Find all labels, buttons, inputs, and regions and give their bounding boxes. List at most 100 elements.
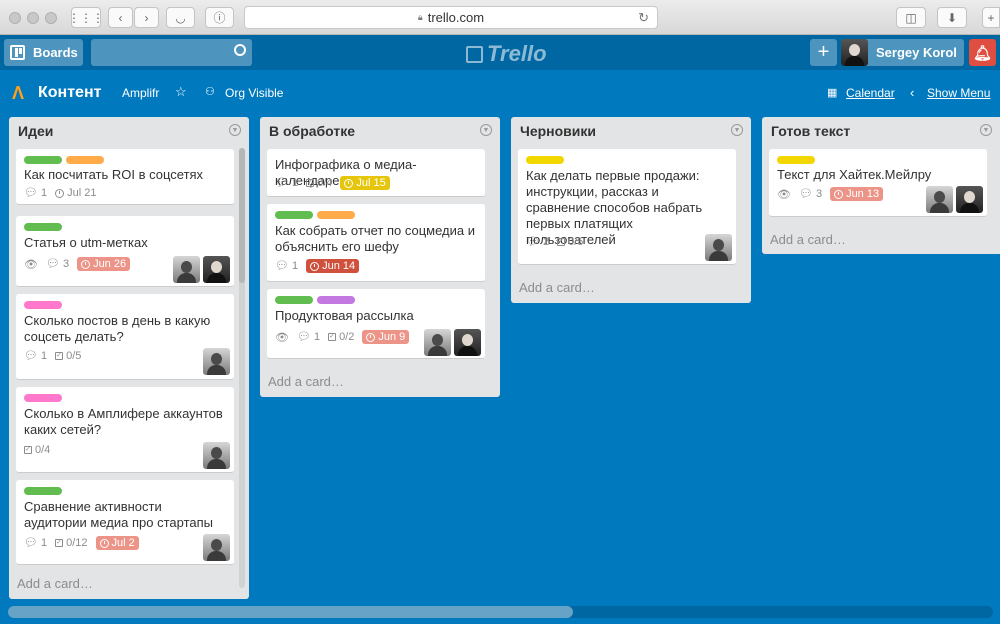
card[interactable]: Как посчитать ROI в соцсетях 💬︎ 1 Jul 21 [16, 149, 234, 205]
notifications-button[interactable]: 🔔︎ [969, 39, 996, 66]
label-pink [24, 394, 62, 402]
list-title-text: Готов текст [771, 123, 851, 139]
clock-icon [99, 538, 109, 548]
avatar[interactable] [705, 234, 732, 261]
label-purple [317, 296, 355, 304]
avatar[interactable] [926, 186, 953, 213]
card-title: Как посчитать ROI в соцсетях [24, 167, 204, 182]
comment-icon: 💬︎ [24, 186, 38, 199]
comments-badge: 💬︎ 1 [296, 330, 321, 343]
info-icon[interactable]: ⓘ [205, 7, 234, 28]
new-tab-icon[interactable]: + [982, 7, 1000, 28]
due-badge: Jul 21 [55, 187, 96, 199]
avatar[interactable] [203, 442, 230, 469]
team-link[interactable]: Amplifr [122, 86, 159, 100]
checkbox-icon: ✓ [328, 333, 337, 341]
user-menu-button[interactable]: Sergey Korol [841, 39, 964, 66]
card-badges: 👁︎ 💬︎ 3 Jun 13 [777, 187, 884, 201]
clock-icon [834, 189, 844, 199]
chevron-down-icon[interactable]: ▼ [731, 124, 743, 136]
chevron-down-icon[interactable]: ▼ [980, 124, 992, 136]
card[interactable]: Как делать первые продажи: инструкции, р… [518, 149, 736, 265]
avatar[interactable] [203, 534, 230, 561]
checklist-badge: ✓ 0/2 [328, 331, 355, 343]
show-menu-link[interactable]: Show Menu [927, 86, 990, 100]
zoom-window-button[interactable] [45, 12, 57, 24]
calendar-link[interactable]: Calendar [846, 86, 895, 100]
list-title[interactable]: Черновики ▼ [511, 117, 751, 145]
avatar[interactable] [203, 256, 230, 283]
user-name: Sergey Korol [876, 45, 957, 60]
visibility-label[interactable]: Org Visible [225, 86, 283, 100]
list-title[interactable]: В обработке ▼ [260, 117, 500, 145]
list-scrollbar-thumb[interactable] [239, 148, 245, 283]
comments-badge: 💬︎ 3 [45, 257, 70, 270]
card[interactable]: Сколько постов в день в какую соцсеть де… [16, 294, 234, 380]
card-badges: 💬︎ 1 ✓ 0/12 Jul 2 [24, 536, 139, 550]
avatar[interactable] [173, 256, 200, 283]
forward-icon[interactable]: › [134, 7, 159, 28]
trello-logo[interactable]: Trello [466, 41, 547, 67]
checkbox-icon: ✓ [306, 179, 315, 187]
comment-icon: 💬︎ [24, 536, 38, 549]
card-members [926, 186, 983, 213]
avatar[interactable] [454, 329, 481, 356]
label-yellow [526, 156, 564, 164]
clock-icon [55, 188, 65, 198]
add-card-link[interactable]: Add a card… [17, 576, 93, 591]
search-icon [234, 44, 246, 56]
comment-icon: 💬︎ [296, 330, 311, 343]
pocket-icon[interactable]: ◡ [166, 7, 195, 28]
add-card-link[interactable]: Add a card… [268, 374, 344, 389]
card[interactable]: Как собрать отчет по соцмедиа и объяснит… [267, 204, 485, 282]
card-badges: 💬︎ 1 ✓ 0/5 [24, 350, 81, 362]
board-header: Λ Контент Amplifr ☆ ⚇ Org Visible ▦ Cale… [0, 70, 1000, 116]
avatar[interactable] [203, 348, 230, 375]
checkbox-icon: ✓ [55, 539, 64, 547]
card[interactable]: Статья о utm-метках 👁︎ 💬︎ 3 Jun 26 [16, 216, 234, 287]
board-scrollbar-thumb[interactable] [8, 606, 573, 618]
back-icon[interactable]: ‹ [108, 7, 133, 28]
card-members [173, 256, 230, 283]
add-card-link[interactable]: Add a card… [519, 280, 595, 295]
card-title: Статья о utm-метках [24, 235, 148, 250]
card[interactable]: Сравнение активности аудитории медиа про… [16, 480, 234, 565]
card-title: Продуктовая рассылка [275, 308, 414, 323]
label-yellow [777, 156, 815, 164]
star-icon[interactable]: ☆ [175, 84, 187, 100]
address-bar[interactable]: 🔒︎ trello.com ↻ [244, 6, 658, 29]
list-title-text: Идеи [18, 123, 54, 139]
card-badges: 💬︎ 1 Jun 14 [275, 259, 360, 273]
reload-icon[interactable]: ↻ [638, 10, 649, 26]
list-title[interactable]: Идеи ▼ [9, 117, 249, 145]
search-input[interactable] [91, 39, 252, 66]
minimize-window-button[interactable] [27, 12, 39, 24]
boards-button[interactable]: Boards [4, 39, 83, 66]
sidebar-icon[interactable]: ◫ [896, 7, 926, 28]
list-title[interactable]: Готов текст ▼ [762, 117, 1000, 145]
chevron-down-icon[interactable]: ▼ [229, 124, 241, 136]
download-icon[interactable]: ⬇ [937, 7, 967, 28]
due-badge: Jun 13 [830, 187, 884, 201]
avatar[interactable] [956, 186, 983, 213]
grid-icon[interactable]: ⋮⋮⋮ [68, 7, 104, 28]
card[interactable]: Инфографика о медиа-календаре 💬︎ 1 ✓ 0/4 J… [267, 149, 485, 197]
due-badge: Jul 2 [95, 536, 139, 550]
close-window-button[interactable] [9, 12, 21, 24]
avatar[interactable] [424, 329, 451, 356]
comments-badge: 💬︎ 1 [275, 259, 299, 272]
card[interactable]: Текст для Хайтек.Мейлру 👁︎ 💬︎ 3 Jun 13 [769, 149, 987, 217]
chevron-down-icon[interactable]: ▼ [480, 124, 492, 136]
due-badge: Jun 14 [306, 259, 360, 273]
watch-icon: 👁︎ [777, 188, 791, 201]
card[interactable]: Сколько в Амплифере аккаунтов каких сете… [16, 387, 234, 473]
checklist-badge: ✓ 0/4 [24, 444, 51, 456]
board-title[interactable]: Контент [38, 84, 101, 102]
card-members [203, 534, 230, 561]
checklist-badge: ✓ 0/12 [55, 537, 88, 549]
avatar [841, 39, 868, 66]
add-button[interactable]: + [810, 39, 837, 66]
card[interactable]: Продуктовая рассылка 👁︎ 💬︎ 1 ✓ 0/2 Jun 9 [267, 289, 485, 359]
add-card-link[interactable]: Add a card… [770, 232, 846, 247]
card-title: Сколько в Амплифере аккаунтов каких сете… [24, 406, 223, 437]
